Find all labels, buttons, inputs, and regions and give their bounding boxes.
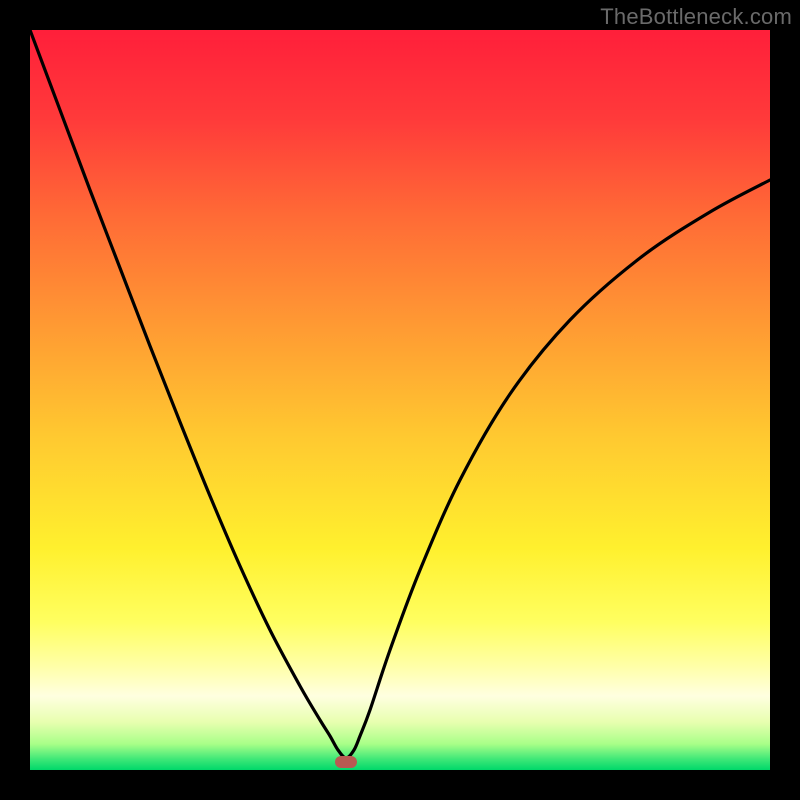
bottleneck-curve — [30, 30, 770, 770]
chart-frame: TheBottleneck.com — [0, 0, 800, 800]
plot-area — [30, 30, 770, 770]
watermark-text: TheBottleneck.com — [600, 4, 792, 30]
optimum-marker — [335, 756, 357, 768]
